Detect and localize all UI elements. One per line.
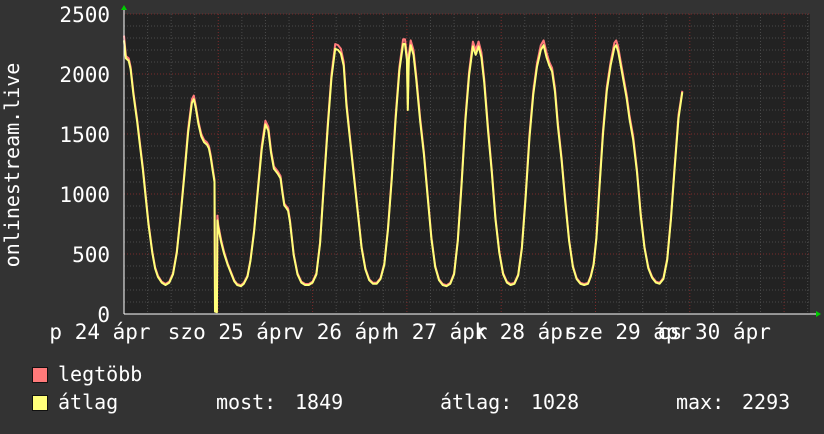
y-tick-label: 1500: [59, 123, 110, 147]
plot-area: [124, 14, 810, 314]
stat-average-value: 1028: [531, 390, 580, 414]
x-tick-label: k 28 ápr: [474, 320, 575, 344]
legend-label-max: legtöbb: [58, 362, 143, 386]
x-tick-label: szo 25 ápr: [168, 320, 294, 344]
legend-swatch-max: [32, 367, 48, 383]
y-axis-label: onlinestream.live: [0, 63, 24, 268]
legend-row-max: legtöbb: [0, 362, 824, 386]
legend-label-avg: átlag: [58, 390, 119, 414]
x-axis-arrow: [816, 311, 821, 317]
legend-row-avg: átlag most: 1849 átlag: 1028 max: 2293: [0, 390, 824, 414]
stat-average-label: átlag:: [440, 390, 513, 414]
stat-max-label: max:: [676, 390, 725, 414]
y-axis-arrow: [121, 5, 127, 10]
y-tick-label: 500: [72, 243, 110, 267]
stat-current-value: 1849: [295, 390, 344, 414]
stat-max-value: 2293: [742, 390, 791, 414]
x-tick-label: cs 30 ápr: [657, 320, 771, 344]
stat-current-label: most:: [216, 390, 277, 414]
y-tick-label: 2500: [59, 3, 110, 27]
y-tick-label: 1000: [59, 183, 110, 207]
x-tick-label: h 27 ápr: [386, 320, 487, 344]
legend-swatch-avg: [32, 395, 48, 411]
y-tick-label: 2000: [59, 63, 110, 87]
x-tick-label: p 24 ápr: [49, 320, 150, 344]
x-tick-label: v 26 ápr: [291, 320, 392, 344]
